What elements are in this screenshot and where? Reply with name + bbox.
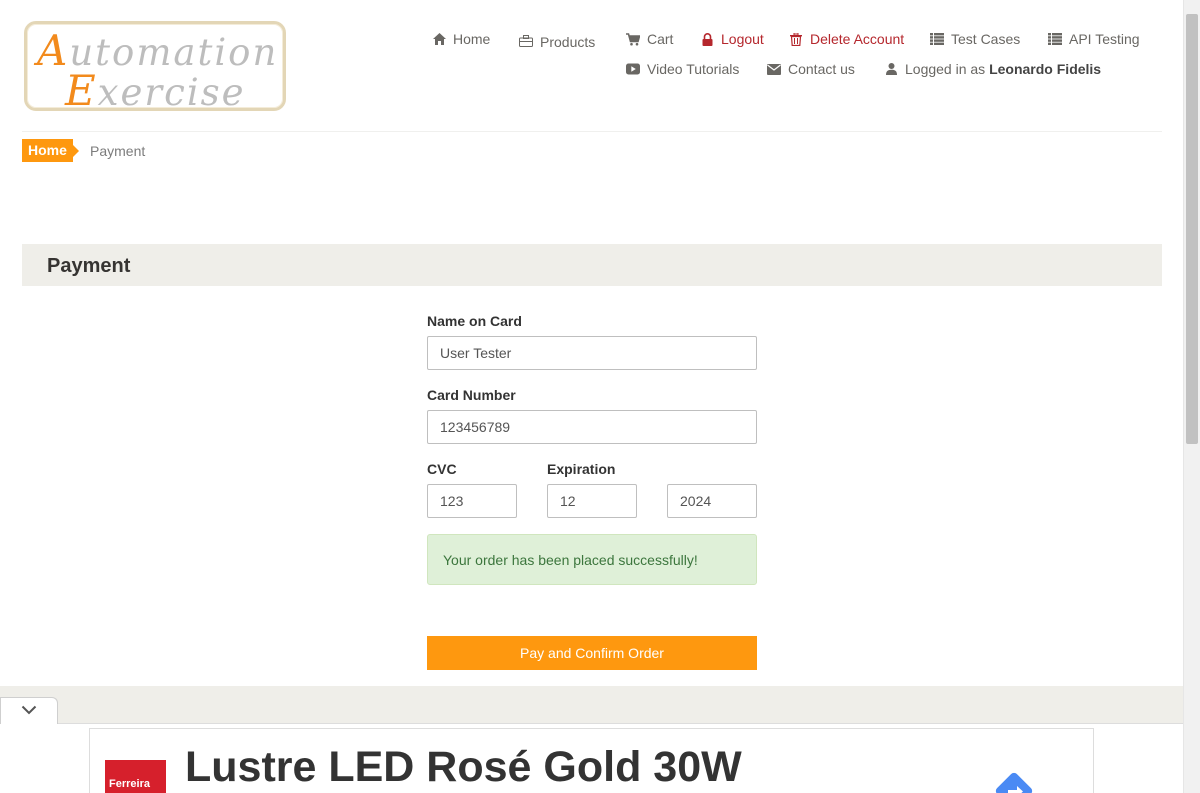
page-scrollbar[interactable]: [1183, 0, 1200, 793]
nav-products-label: Products: [540, 34, 596, 50]
nav-logout-label: Logout: [721, 31, 764, 47]
payment-heading-bar: Payment: [22, 244, 1162, 286]
nav-cart-label: Cart: [647, 31, 674, 47]
ad-title[interactable]: Lustre LED Rosé Gold 30W: [185, 743, 742, 792]
nav-home-label: Home: [453, 31, 491, 47]
list-icon: [1048, 32, 1062, 46]
logo-line-2: Exercise: [65, 70, 246, 112]
name-on-card-input[interactable]: User Tester: [427, 336, 757, 370]
nav-delete-account-label: Delete Account: [810, 31, 905, 47]
page-title: Payment: [47, 255, 131, 277]
trash-icon: [789, 32, 803, 46]
nav-home-link[interactable]: Home: [432, 31, 490, 47]
logo-text-2: xercise: [97, 71, 246, 114]
ad-brand-logo[interactable]: Ferreira: [105, 760, 166, 793]
video-icon: [626, 62, 640, 76]
nav-logged-in-as[interactable]: Logged in as Leonardo Fidelis: [884, 61, 1101, 77]
nav-api-testing-link[interactable]: API Testing: [1048, 31, 1140, 47]
scrollbar-thumb[interactable]: [1186, 14, 1198, 444]
expiration-month-input[interactable]: 12: [547, 484, 637, 518]
logged-in-prefix: Logged in as: [905, 61, 986, 77]
order-success-message: Your order has been placed successfully!: [443, 551, 698, 568]
nav-cart-link[interactable]: Cart: [626, 31, 673, 47]
card-number-label: Card Number: [427, 387, 516, 403]
nav-test-cases-label: Test Cases: [951, 31, 1021, 47]
logo-cap-e: E: [65, 66, 98, 115]
nav-delete-account-link[interactable]: Delete Account: [789, 31, 904, 47]
cvc-label: CVC: [427, 461, 457, 477]
lock-icon: [700, 32, 714, 46]
site-logo[interactable]: Automation Exercise: [24, 21, 286, 112]
cvc-input[interactable]: 123: [427, 484, 517, 518]
expiration-year-input[interactable]: 2024: [667, 484, 757, 518]
nav-logout-link[interactable]: Logout: [700, 31, 764, 47]
user-icon: [884, 62, 898, 76]
home-icon: [432, 32, 446, 46]
envelope-icon: [767, 62, 781, 76]
card-number-input[interactable]: 123456789: [427, 410, 757, 444]
list-icon: [930, 32, 944, 46]
nav-contact-us-link[interactable]: Contact us: [767, 61, 855, 77]
nav-contact-us-label: Contact us: [788, 61, 855, 77]
expiration-label: Expiration: [547, 461, 616, 477]
logged-in-text: Logged in as Leonardo Fidelis: [905, 61, 1101, 77]
nav-api-testing-label: API Testing: [1069, 31, 1140, 47]
breadcrumb-current: Payment: [90, 143, 146, 159]
pay-and-confirm-button[interactable]: Pay and Confirm Order: [427, 636, 757, 670]
briefcase-icon: [519, 34, 533, 48]
directions-icon[interactable]: [990, 767, 1038, 793]
ad-banner[interactable]: Ferreira Lustre LED Rosé Gold 30W: [89, 728, 1094, 793]
nav-products-link[interactable]: Products: [519, 32, 595, 50]
logged-in-username: Leonardo Fidelis: [989, 61, 1102, 77]
cart-icon: [626, 32, 640, 46]
nav-video-tutorials-link[interactable]: Video Tutorials: [626, 61, 739, 77]
header-divider: [22, 131, 1162, 132]
nav-test-cases-link[interactable]: Test Cases: [930, 31, 1020, 47]
breadcrumb-home[interactable]: Home: [22, 139, 79, 162]
logo-text-1: utomation: [69, 31, 279, 74]
chevron-down-icon: [21, 702, 37, 720]
nav-video-tutorials-label: Video Tutorials: [647, 61, 740, 77]
ad-collapse-tab[interactable]: [0, 697, 58, 724]
ad-brand-name: Ferreira: [109, 778, 150, 790]
order-success-alert: Your order has been placed successfully!: [427, 534, 757, 585]
name-on-card-label: Name on Card: [427, 313, 522, 329]
